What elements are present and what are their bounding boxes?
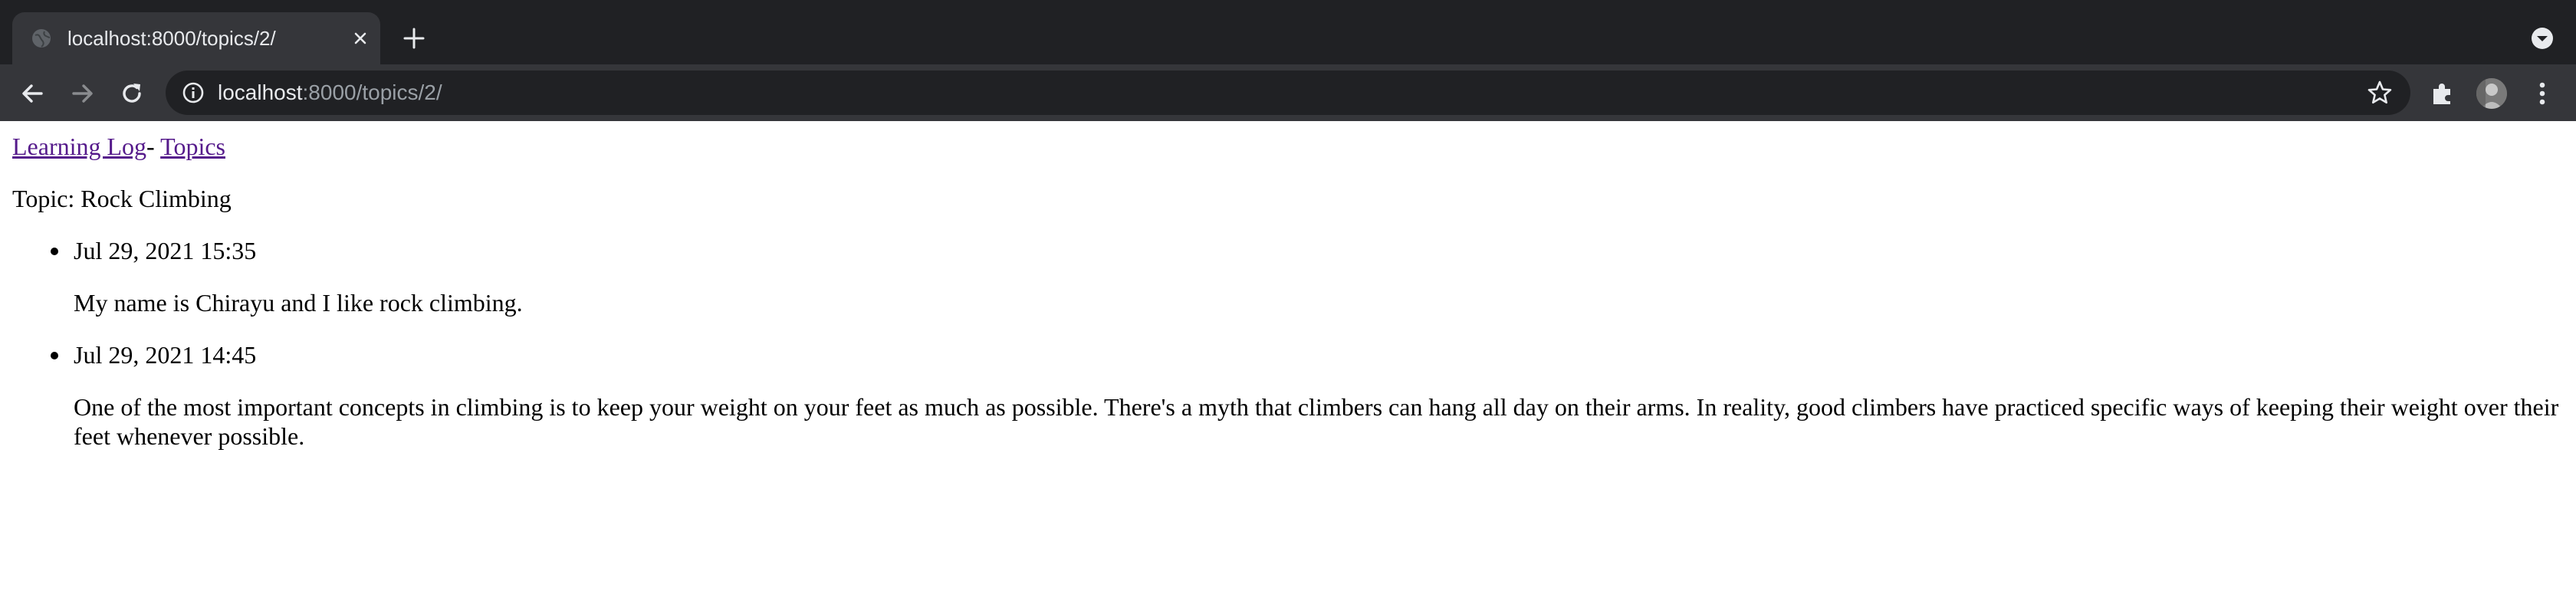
nav-separator: - xyxy=(146,133,161,160)
list-item: Jul 29, 2021 14:45 One of the most impor… xyxy=(0,340,2576,451)
extensions-puzzle-icon[interactable] xyxy=(2426,77,2459,110)
entry-list: Jul 29, 2021 15:35 My name is Chirayu an… xyxy=(0,236,2576,474)
close-icon[interactable] xyxy=(348,26,373,51)
avatar-image xyxy=(2476,78,2507,109)
url-path: :8000/topics/2/ xyxy=(302,80,442,104)
url-text[interactable]: localhost:8000/topics/2/ xyxy=(218,80,442,106)
profile-avatar[interactable] xyxy=(2476,78,2507,109)
topics-link[interactable]: Topics xyxy=(160,133,225,160)
reload-icon[interactable] xyxy=(115,77,149,110)
browser-toolbar: localhost:8000/topics/2/ xyxy=(0,64,2576,121)
page-content: Learning Log- Topics Topic: Rock Climbin… xyxy=(0,121,2576,607)
browser-chrome: localhost:8000/topics/2/ localhost:8000/… xyxy=(0,0,2576,121)
tab-search-icon[interactable] xyxy=(2527,23,2558,54)
tab-strip: localhost:8000/topics/2/ xyxy=(0,0,2576,64)
more-menu-icon[interactable] xyxy=(2525,77,2559,110)
url-host: localhost xyxy=(218,80,303,104)
address-bar[interactable]: localhost:8000/topics/2/ xyxy=(166,71,2410,115)
breadcrumb: Learning Log- Topics xyxy=(12,132,225,161)
globe-icon xyxy=(32,29,51,48)
bookmark-star-icon[interactable] xyxy=(2366,79,2394,107)
list-item: Jul 29, 2021 15:35 My name is Chirayu an… xyxy=(0,236,2576,317)
back-arrow-icon[interactable] xyxy=(15,77,49,110)
entry-text: One of the most important concepts in cl… xyxy=(74,393,2559,450)
bullet-icon xyxy=(51,352,58,359)
info-icon[interactable] xyxy=(181,80,205,105)
tab-title: localhost:8000/topics/2/ xyxy=(67,27,276,50)
browser-tab[interactable]: localhost:8000/topics/2/ xyxy=(12,12,380,64)
new-tab-icon[interactable] xyxy=(399,23,429,54)
entry-date: Jul 29, 2021 15:35 xyxy=(74,237,257,264)
entry-date: Jul 29, 2021 14:45 xyxy=(74,341,257,369)
entry-text: My name is Chirayu and I like rock climb… xyxy=(74,289,523,317)
forward-arrow-icon[interactable] xyxy=(66,77,100,110)
learning-log-link[interactable]: Learning Log xyxy=(12,133,146,160)
page-title: Topic: Rock Climbing xyxy=(12,185,232,212)
bullet-icon xyxy=(51,248,58,255)
